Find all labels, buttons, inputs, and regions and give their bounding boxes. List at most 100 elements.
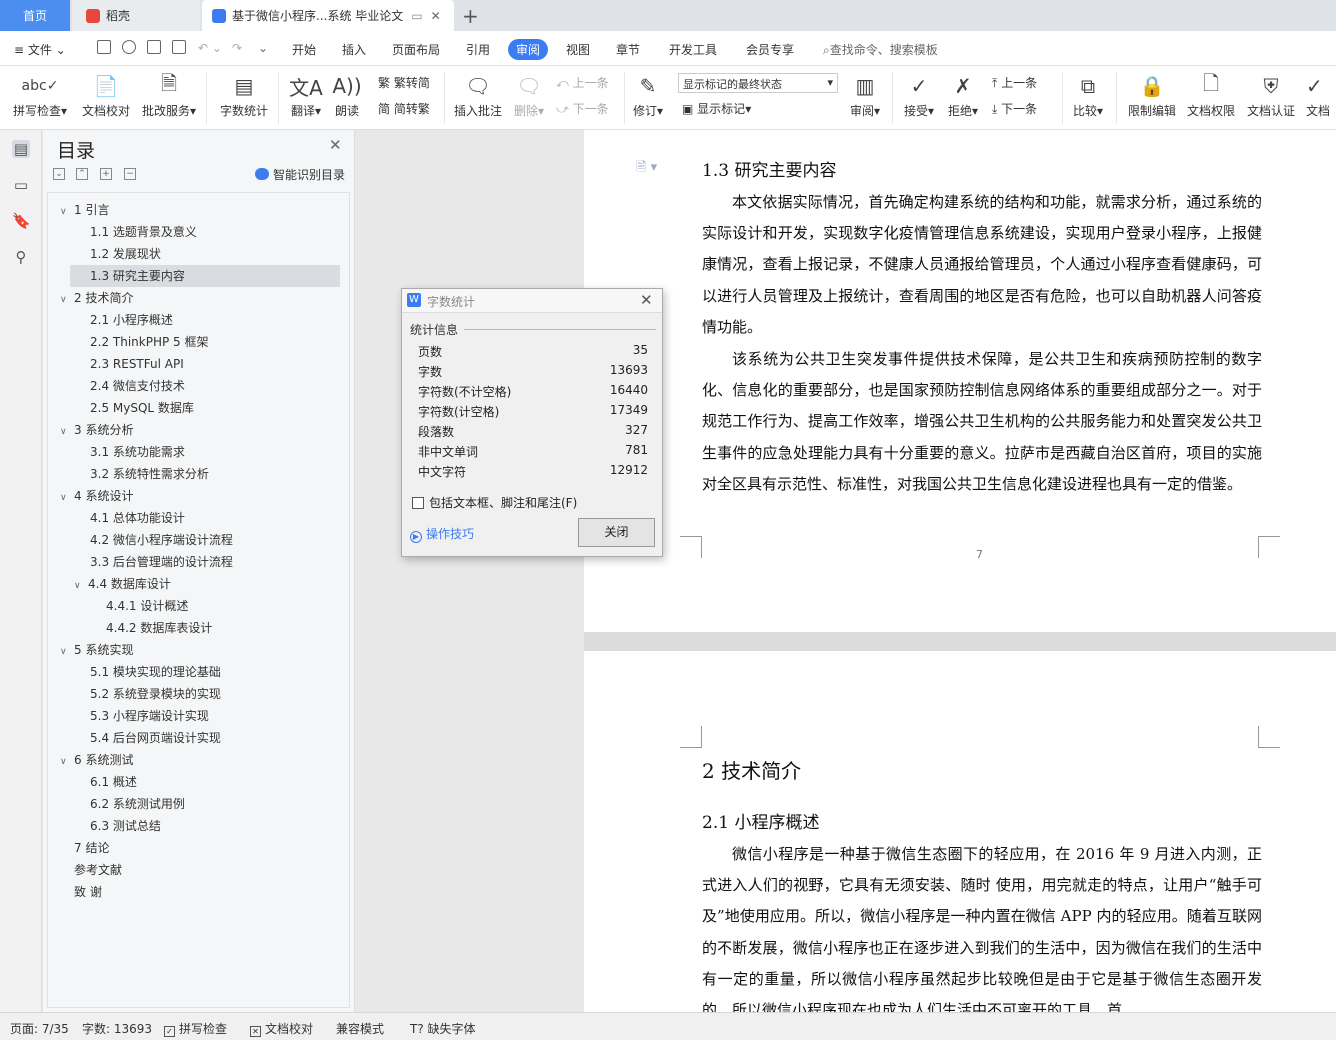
- toc-item[interactable]: 1.1 选题背景及意义: [90, 221, 197, 243]
- insert-comment-button[interactable]: 🗨 插入批注: [452, 72, 504, 119]
- command-search[interactable]: ⌕查找命令、搜索模板: [823, 41, 938, 58]
- compare-button[interactable]: ⧉ 比较▾: [1068, 72, 1108, 119]
- toc-item[interactable]: 2.5 MySQL 数据库: [90, 397, 194, 419]
- smart-toc-button[interactable]: 智能识别目录: [255, 166, 345, 183]
- menu-start[interactable]: 开始: [292, 41, 316, 58]
- menu-member[interactable]: 会员专享: [746, 41, 794, 58]
- menu-dev-tools[interactable]: 开发工具: [669, 41, 717, 58]
- toc-item[interactable]: 致 谢: [74, 881, 102, 903]
- toc-item[interactable]: 1.3 研究主要内容: [70, 265, 340, 287]
- toc-item[interactable]: 3.1 系统功能需求: [90, 441, 185, 463]
- translate-button[interactable]: 文A 翻译▾: [286, 72, 326, 119]
- toc-panel-icon[interactable]: ▤: [12, 140, 30, 158]
- doc-permission-button[interactable]: 🗋 文档权限: [1184, 71, 1238, 119]
- toc-item[interactable]: 参考文献: [74, 859, 122, 881]
- chevron-down-icon[interactable]: ∨: [60, 289, 74, 311]
- chapter-nav-icon[interactable]: ▭: [12, 176, 30, 194]
- read-aloud-button[interactable]: A)) 朗读: [330, 72, 364, 119]
- show-marks-button[interactable]: ▣ 显示标记▾: [682, 100, 751, 117]
- prev-comment-button[interactable]: ⤺ 上一条: [556, 74, 609, 91]
- proofread-status[interactable]: ✕ 文档校对: [250, 1020, 313, 1037]
- toc-item[interactable]: 2.1 小程序概述: [90, 309, 173, 331]
- toc-item[interactable]: 4.2 微信小程序端设计流程: [90, 529, 233, 551]
- chevron-down-icon[interactable]: ∨: [74, 575, 88, 597]
- batch-service-button[interactable]: 🗎 批改服务▾: [140, 71, 198, 119]
- print-icon[interactable]: [147, 40, 161, 54]
- word-count-status[interactable]: 字数: 13693: [82, 1020, 152, 1037]
- revise-button[interactable]: ✎ 修订▾: [630, 72, 666, 119]
- spellcheck-status[interactable]: ✓ 拼写检查: [164, 1020, 227, 1037]
- spellcheck-button[interactable]: abc✓ 拼写检查▾: [10, 72, 70, 119]
- redo-icon[interactable]: ↷: [232, 41, 242, 55]
- next-comment-button[interactable]: ⤻ 下一条: [556, 100, 609, 117]
- toc-item[interactable]: 2.2 ThinkPHP 5 框架: [90, 331, 208, 353]
- simp-to-trad-button[interactable]: 简 简转繁: [378, 100, 430, 117]
- document-area[interactable]: 🗎 ▾ 1.3 研究主要内容 本文依据实际情况，首先确定构建系统的结构和功能，就…: [584, 130, 1336, 1012]
- toc-item[interactable]: 3.3 后台管理端的设计流程: [90, 551, 233, 573]
- bookmark-icon[interactable]: 🔖: [12, 212, 31, 230]
- menu-reference[interactable]: 引用: [466, 41, 490, 58]
- toc-item[interactable]: 3.2 系统特性需求分析: [90, 463, 209, 485]
- undo-icon[interactable]: ↶ ⌄: [198, 41, 222, 55]
- missing-font-status[interactable]: T? 缺失字体: [410, 1020, 476, 1037]
- add-item-icon[interactable]: +: [100, 168, 112, 180]
- format-brush-icon[interactable]: [122, 40, 136, 54]
- toc-item[interactable]: 1.2 发展现状: [90, 243, 161, 265]
- print-preview-icon[interactable]: [172, 40, 186, 54]
- tips-link[interactable]: ▶ 操作技巧: [410, 525, 474, 543]
- toc-item[interactable]: 5.2 系统登录模块的实现: [90, 683, 221, 705]
- menu-page-layout[interactable]: 页面布局: [392, 41, 440, 58]
- reject-button[interactable]: ✗ 拒绝▾: [944, 72, 982, 119]
- review-pane-button[interactable]: ▥ 审阅▾: [846, 72, 884, 119]
- quick-access-more-icon[interactable]: ⌄: [258, 41, 268, 55]
- prev-revision-button[interactable]: ⤒ 上一条: [992, 74, 1037, 91]
- chevron-down-icon[interactable]: ∨: [60, 201, 74, 223]
- chevron-down-icon[interactable]: ∨: [60, 641, 74, 663]
- toc-item[interactable]: ∨ 1 引言: [60, 199, 109, 221]
- accept-button[interactable]: ✓ 接受▾: [900, 72, 938, 119]
- mark-state-select[interactable]: 显示标记的最终状态 ▾: [678, 73, 838, 93]
- toc-item[interactable]: 4.4.1 设计概述: [106, 595, 188, 617]
- trad-to-simp-button[interactable]: 繁 繁转简: [378, 74, 430, 91]
- toc-item[interactable]: 4.1 总体功能设计: [90, 507, 185, 529]
- include-textbox-checkbox[interactable]: 包括文本框、脚注和尾注(F): [412, 494, 577, 511]
- chevron-down-icon[interactable]: ∨: [60, 487, 74, 509]
- chevron-down-icon[interactable]: ∨: [60, 751, 74, 773]
- doc-auth-button[interactable]: ⛨ 文档认证: [1244, 72, 1298, 119]
- expand-all-icon[interactable]: ⌃: [76, 168, 88, 180]
- doccheck-button[interactable]: 📄 文档校对: [80, 72, 132, 119]
- menu-insert[interactable]: 插入: [342, 41, 366, 58]
- toc-item[interactable]: ∨ 5 系统实现: [60, 639, 133, 661]
- toc-item[interactable]: 6.2 系统测试用例: [90, 793, 185, 815]
- toc-item[interactable]: 6.3 测试总结: [90, 815, 161, 837]
- toc-item[interactable]: 2.3 RESTFul API: [90, 353, 184, 375]
- toc-item[interactable]: ∨ 3 系统分析: [60, 419, 133, 441]
- file-menu[interactable]: ≡ 文件 ⌄: [14, 41, 66, 58]
- save-icon[interactable]: [97, 40, 111, 54]
- tab-document[interactable]: 基于微信小程序...系统 毕业论文 ▭ ✕: [202, 0, 454, 31]
- collapse-all-icon[interactable]: ⌄: [53, 168, 65, 180]
- chevron-down-icon[interactable]: ∨: [60, 421, 74, 443]
- tab-home[interactable]: 首页: [0, 0, 70, 31]
- tab-restore-icon[interactable]: ▭: [411, 9, 422, 23]
- menu-review[interactable]: 审阅: [508, 39, 549, 60]
- tab-close-icon[interactable]: ✕: [431, 9, 441, 23]
- page-indicator[interactable]: 页面: 7/35: [10, 1020, 69, 1037]
- doc-options-icon[interactable]: 🗎 ▾: [636, 158, 662, 175]
- tab-daoke[interactable]: 稻壳: [72, 0, 200, 31]
- close-button[interactable]: 关闭: [578, 518, 655, 547]
- toc-item[interactable]: ∨ 2 技术简介: [60, 287, 133, 309]
- new-tab-icon[interactable]: +: [462, 4, 479, 28]
- search-panel-icon[interactable]: ⚲: [12, 248, 30, 266]
- delete-comment-button[interactable]: 🗨 删除▾: [510, 72, 548, 119]
- toc-item[interactable]: 7 结论: [74, 837, 109, 859]
- menu-chapter[interactable]: 章节: [616, 41, 640, 58]
- toc-item[interactable]: 6.1 概述: [90, 771, 137, 793]
- dialog-titlebar[interactable]: W 字数统计 ✕: [402, 289, 662, 313]
- toc-item[interactable]: ∨ 4.4 数据库设计: [74, 573, 171, 595]
- menu-view[interactable]: 视图: [566, 41, 590, 58]
- remove-item-icon[interactable]: −: [124, 168, 136, 180]
- toc-item[interactable]: 5.1 模块实现的理论基础: [90, 661, 221, 683]
- close-icon[interactable]: ✕: [640, 291, 653, 309]
- doc-more-button[interactable]: ✓ 文档: [1306, 72, 1336, 119]
